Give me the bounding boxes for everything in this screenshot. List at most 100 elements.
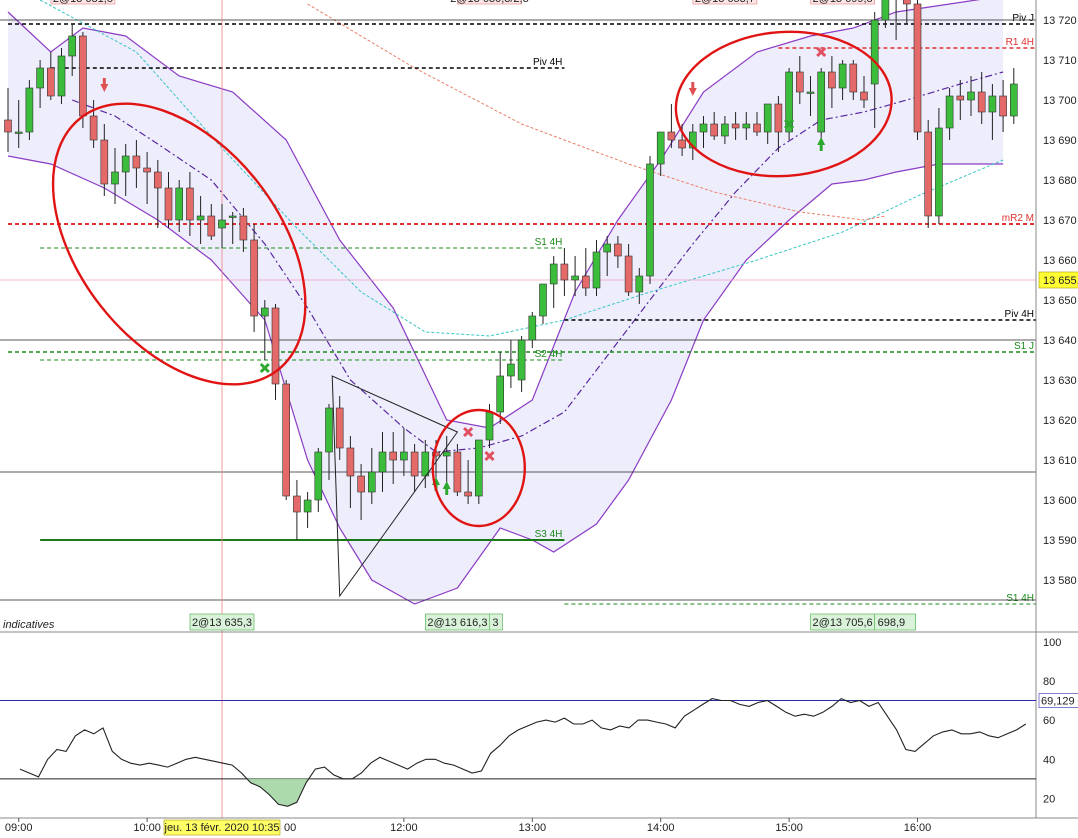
crosshair-time-label: jeu. 13 févr. 2020 10:35 <box>164 822 280 834</box>
candle-body <box>303 499 312 513</box>
oscillator-tick-label: 60 <box>1043 715 1055 727</box>
candle-body <box>881 0 890 21</box>
level-label-5: Piv 4H <box>1005 309 1034 320</box>
candle <box>913 0 922 140</box>
candle-body <box>186 187 194 221</box>
candle-body <box>678 139 686 149</box>
level-label-8: S3 4H <box>535 529 563 540</box>
candle-body <box>581 275 590 289</box>
price-tick-label: 13 720 <box>1043 15 1077 27</box>
candle-body <box>603 243 612 253</box>
candle-body <box>453 451 462 493</box>
candle-body <box>742 123 751 129</box>
candle-body <box>592 251 601 289</box>
candle-body <box>36 67 44 89</box>
level-label-3: mR2 M <box>1002 213 1034 224</box>
level-label-2: Piv 4H <box>533 57 562 68</box>
candle-body <box>828 71 836 89</box>
level-label-7: S2 4H <box>535 349 563 360</box>
candle-body <box>346 447 355 477</box>
candle-body <box>325 407 333 453</box>
candle-body <box>175 187 183 221</box>
candle-body <box>89 115 98 141</box>
candle-body <box>635 275 644 293</box>
trade-tag-label: 2@13 616,3 <box>427 617 487 629</box>
candle-body <box>68 35 76 57</box>
candle-body <box>656 131 665 165</box>
candle-body <box>400 451 408 461</box>
price-tick-label: 13 670 <box>1043 215 1077 227</box>
candle-body <box>121 155 130 173</box>
candle <box>474 439 483 504</box>
candle-body <box>774 103 783 133</box>
candle-body <box>721 123 729 137</box>
candle-body <box>485 411 494 441</box>
candle-body <box>218 219 226 229</box>
oscillator-tick-label: 80 <box>1043 676 1055 688</box>
price-tick-label: 13 630 <box>1043 375 1077 387</box>
candle-body <box>79 35 87 117</box>
candle-body <box>25 87 34 133</box>
candle-body <box>335 407 344 449</box>
candle-body <box>624 255 633 293</box>
price-tick-label: 13 600 <box>1043 495 1077 507</box>
oscillator-value-label: 69,129 <box>1041 696 1075 708</box>
candle-body <box>667 131 676 141</box>
chart-window: Piv J R1 4H Piv 4H mR2 M S1 4H Piv 4H S1 J S2 4… <box>0 0 1078 838</box>
candle-body <box>646 163 654 277</box>
last-price-label: 13 655, <box>1043 275 1078 287</box>
candle-body <box>870 19 879 85</box>
price-tick-label: 13 680 <box>1043 175 1077 187</box>
candle <box>924 120 933 228</box>
level-label-4: S1 4H <box>535 237 563 248</box>
price-tick-label: 13 690 <box>1043 135 1077 147</box>
candle-body <box>464 491 472 497</box>
candle-body <box>357 475 365 493</box>
candle <box>282 380 291 500</box>
candle-body <box>710 123 719 137</box>
candle-body <box>560 263 569 281</box>
candle-body <box>539 283 547 317</box>
time-tick-label: 14:00 <box>647 822 675 834</box>
top-trade-tag-label: 2@13 681,8 <box>53 0 113 5</box>
candle-body <box>314 451 323 501</box>
candle-body <box>410 451 419 477</box>
candle-body <box>528 315 537 341</box>
candle <box>250 224 258 332</box>
trade-tag-extra: 3 <box>492 617 498 629</box>
candle <box>646 156 654 284</box>
time-tick-label: 15:00 <box>775 822 803 834</box>
candle-body <box>132 155 141 169</box>
price-tick-label: 13 700 <box>1043 95 1077 107</box>
time-tick-label: 16:00 <box>904 822 932 834</box>
candle-body <box>496 375 505 413</box>
candle-body <box>913 3 922 133</box>
panel-caption: indicatives <box>3 619 55 631</box>
trade-tag-label: 2@13 705,6 <box>813 617 873 629</box>
candle-body <box>100 139 109 185</box>
trade-tag-extra: 698,9 <box>878 617 906 629</box>
candle-body <box>977 91 986 113</box>
time-tick-label: 10:00 <box>133 822 161 834</box>
candle <box>25 80 34 140</box>
candle-body <box>143 167 151 173</box>
price-tick-label: 13 580 <box>1043 575 1077 587</box>
candle-body <box>849 63 858 93</box>
level-label-0: Piv J <box>1012 13 1034 24</box>
candle-body <box>389 451 398 461</box>
chart-canvas[interactable]: Piv J R1 4H Piv 4H mR2 M S1 4H Piv 4H S1 J S2 4… <box>0 0 1078 838</box>
candle-body <box>999 95 1007 117</box>
price-tick-label: 13 610 <box>1043 455 1077 467</box>
buy-arrow-shaft <box>445 489 449 495</box>
price-tick-label: 13 590 <box>1043 535 1077 547</box>
candle-body <box>860 91 868 101</box>
price-tick-label: 13 640 <box>1043 335 1077 347</box>
level-label-1: R1 4H <box>1006 37 1034 48</box>
time-tick-label: 09:00 <box>5 822 33 834</box>
candle <box>453 444 462 496</box>
level-label-9: S1 4H <box>1006 593 1034 604</box>
candle-body <box>699 123 708 133</box>
level-label-6: S1 J <box>1014 341 1034 352</box>
candle-body <box>614 243 622 257</box>
candle-body <box>1009 83 1018 117</box>
